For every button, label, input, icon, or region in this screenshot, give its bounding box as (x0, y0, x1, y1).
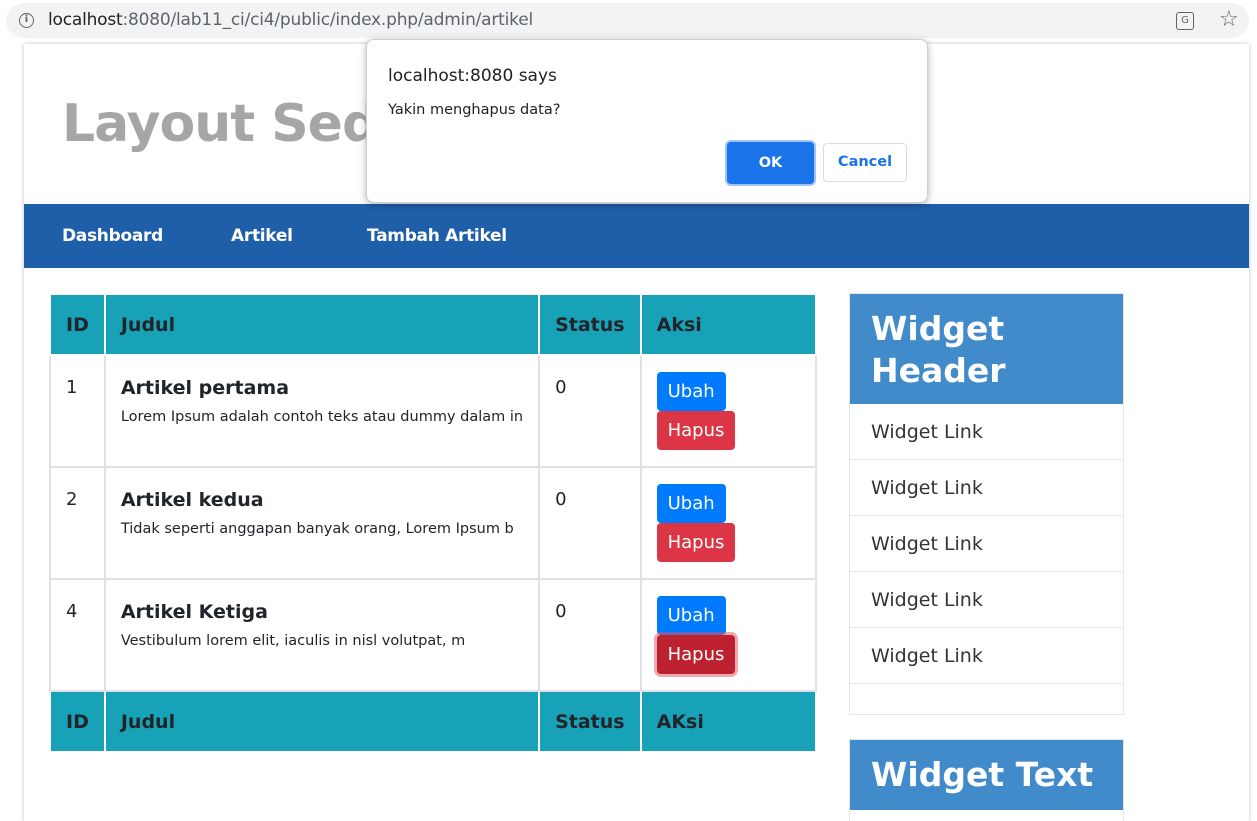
table-row: 1 Artikel pertama Lorem Ipsum adalah con… (49, 354, 817, 468)
url-path: :8080/lab11_ci/ci4/public/index.php/admi… (122, 10, 534, 30)
footer-status: Status (538, 690, 642, 753)
hapus-button[interactable]: Hapus (656, 523, 736, 562)
widget-link[interactable]: Widget Link (850, 628, 1123, 684)
cell-id: 1 (49, 354, 106, 468)
widget-text-header: Widget Text (850, 740, 1123, 810)
widget-links: Widget Header Widget Link Widget Link Wi… (849, 293, 1124, 715)
ubah-button[interactable]: Ubah (656, 484, 726, 523)
footer-id: ID (49, 690, 106, 753)
widget-link[interactable]: Widget Link (850, 404, 1123, 460)
header-status: Status (538, 293, 642, 356)
cell-status: 0 (538, 578, 642, 692)
address-bar[interactable]: i localhost:8080/lab11_ci/ci4/public/ind… (6, 3, 1249, 38)
hapus-button[interactable]: Hapus (656, 411, 736, 450)
url-text[interactable]: localhost:8080/lab11_ci/ci4/public/index… (48, 10, 533, 30)
table-row: 4 Artikel Ketiga Vestibulum lorem elit, … (49, 578, 817, 692)
cell-judul: Artikel Ketiga Vestibulum lorem elit, ia… (103, 578, 541, 692)
widget-header: Widget Header (850, 294, 1123, 404)
widget-text: Widget Text (849, 739, 1124, 821)
header-aksi: Aksi (639, 293, 817, 356)
article-title: Artikel kedua (120, 489, 264, 511)
table-header-row: ID Judul Status Aksi (49, 293, 817, 356)
widget-link[interactable]: Widget Link (850, 516, 1123, 572)
nav-dashboard[interactable]: Dashboard (62, 226, 163, 246)
url-host: localhost (48, 10, 123, 30)
cell-aksi: Ubah Hapus (639, 578, 817, 692)
article-excerpt: Vestibulum lorem elit, iaculis in nisl v… (120, 633, 466, 649)
browser-toolbar: i localhost:8080/lab11_ci/ci4/public/ind… (0, 0, 1257, 44)
cell-judul: Artikel kedua Tidak seperti anggapan ban… (103, 466, 541, 580)
footer-judul: Judul (103, 690, 541, 753)
cell-judul: Artikel pertama Lorem Ipsum adalah conto… (103, 354, 541, 468)
nav-tambah-artikel[interactable]: Tambah Artikel (367, 226, 507, 246)
footer-aksi: AKsi (639, 690, 817, 753)
ubah-button[interactable]: Ubah (656, 372, 726, 411)
nav-artikel[interactable]: Artikel (231, 226, 293, 246)
confirm-dialog: localhost:8080 says Yakin menghapus data… (366, 39, 928, 203)
header-id: ID (49, 293, 106, 356)
cancel-button[interactable]: Cancel (823, 143, 907, 182)
star-icon[interactable]: ☆ (1219, 7, 1239, 32)
article-excerpt: Lorem Ipsum adalah contoh teks atau dumm… (120, 409, 524, 425)
dialog-message: Yakin menghapus data? (388, 102, 561, 118)
translate-icon[interactable]: G (1176, 12, 1194, 30)
cell-status: 0 (538, 466, 642, 580)
table-row: 2 Artikel kedua Tidak seperti anggapan b… (49, 466, 817, 580)
header-judul: Judul (103, 293, 541, 356)
cell-id: 4 (49, 578, 106, 692)
cell-aksi: Ubah Hapus (639, 466, 817, 580)
article-excerpt: Tidak seperti anggapan banyak orang, Lor… (120, 521, 514, 537)
widget-link[interactable]: Widget Link (850, 460, 1123, 516)
info-icon[interactable]: i (19, 13, 34, 28)
cell-aksi: Ubah Hapus (639, 354, 817, 468)
cell-status: 0 (538, 354, 642, 468)
article-title: Artikel Ketiga (120, 601, 268, 623)
article-title: Artikel pertama (120, 377, 290, 399)
ubah-button[interactable]: Ubah (656, 596, 726, 635)
widget-link[interactable]: Widget Link (850, 572, 1123, 628)
navbar: Dashboard Artikel Tambah Artikel (24, 204, 1249, 268)
ok-button[interactable]: OK (727, 142, 814, 184)
dialog-title: localhost:8080 says (388, 66, 557, 86)
artikel-table: ID Judul Status Aksi 1 Artikel pertama L… (49, 293, 817, 753)
table-footer-row: ID Judul Status AKsi (49, 690, 817, 753)
hapus-button[interactable]: Hapus (656, 635, 736, 674)
cell-id: 2 (49, 466, 106, 580)
